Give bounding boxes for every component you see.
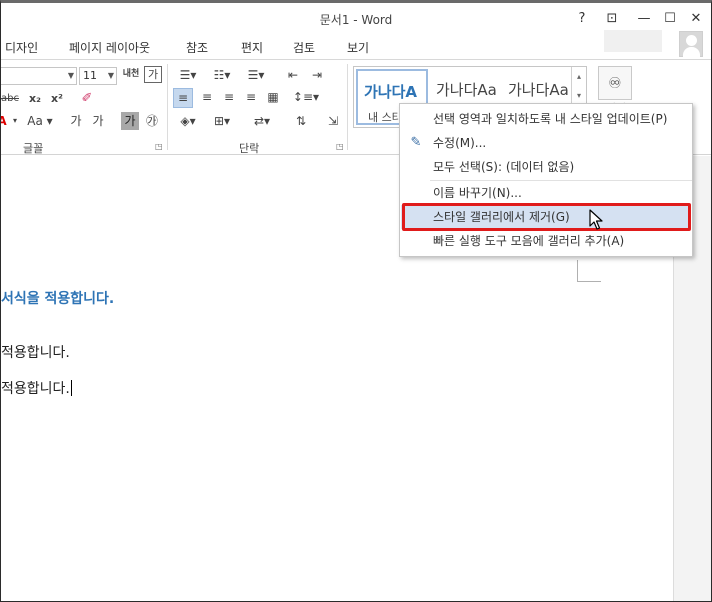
line-spacing-button[interactable]: ↕≡▾ (291, 88, 321, 106)
doc-paragraph-text: 적용합니다. (1, 381, 70, 397)
group-divider (167, 64, 168, 150)
font-color-icon[interactable]: A (1, 112, 9, 130)
decrease-indent-icon[interactable]: ⇤ (283, 66, 303, 84)
tab-mailings[interactable]: 편지 (241, 39, 263, 56)
align-center-button[interactable]: ≡ (197, 88, 217, 106)
tab-page-layout[interactable]: 페이지 레이아웃 (69, 39, 150, 56)
group-divider (347, 64, 348, 150)
menu-item-label: 빠른 실행 도구 모음에 갤러리 추가(A) (433, 234, 625, 248)
align-right-button[interactable]: ≡ (219, 88, 239, 106)
bullets-button[interactable]: ☰▾ (173, 66, 203, 84)
subscript-button[interactable]: x₂ (25, 90, 45, 108)
phonetic-guide-button[interactable]: 가 (67, 112, 85, 130)
strikethrough-icon[interactable]: abc (1, 90, 21, 108)
doc-paragraph: 적용합니다. (1, 345, 70, 361)
superscript-button[interactable]: x² (47, 90, 67, 108)
text-caret (70, 380, 72, 396)
tab-review[interactable]: 검토 (293, 39, 315, 56)
justify-button[interactable]: ≡ (241, 88, 261, 106)
eraser-icon[interactable]: ✐ (77, 90, 97, 108)
chevron-down-icon: ▼ (107, 71, 114, 80)
style-sample: 가나다Aa (436, 81, 497, 99)
menu-item-rename[interactable]: 이름 바꾸기(N)... (401, 181, 691, 205)
tab-view[interactable]: 보기 (347, 39, 369, 56)
multilevel-list-button[interactable]: ☰▾ (241, 66, 271, 84)
paragraph-group-label: 단락 (239, 142, 260, 155)
numbering-button[interactable]: ☷▾ (207, 66, 237, 84)
highlight-annotation (402, 203, 691, 231)
asian-layout-button[interactable]: ⇄▾ (247, 112, 277, 130)
modify-style-icon: ✎ (410, 135, 422, 150)
borders-button[interactable]: ⊞▾ (207, 112, 237, 130)
maximize-button[interactable]: ☐ (659, 9, 681, 29)
tab-design[interactable]: 디자인 (5, 39, 38, 56)
help-button[interactable]: ? (571, 9, 593, 29)
doc-heading-text: 서식을 적용합니다. (1, 291, 115, 307)
minimize-button[interactable]: — (633, 9, 655, 29)
menu-item-label: 선택 영역과 일치하도록 내 스타일 업데이트(P) (433, 112, 668, 126)
style-sample: 가나다A (364, 83, 418, 101)
dialog-launcher-icon[interactable]: ◳ (336, 142, 344, 151)
menu-item-select-all[interactable]: 모두 선택(S): (데이터 없음) (401, 155, 691, 179)
style-context-menu: 선택 영역과 일치하도록 내 스타일 업데이트(P) ✎ 수정(M)... 모두… (399, 103, 693, 257)
menu-item-update-to-match[interactable]: 선택 영역과 일치하도록 내 스타일 업데이트(P) (401, 107, 691, 131)
menu-item-modify[interactable]: ✎ 수정(M)... (401, 131, 691, 155)
avatar[interactable] (679, 31, 703, 57)
style-sample: 가나다Aa (508, 81, 569, 99)
show-hide-marks-icon[interactable]: ⇲ (323, 112, 343, 130)
mouse-cursor-icon (589, 209, 603, 230)
distributed-button[interactable]: ▦ (263, 88, 283, 106)
user-account-box[interactable] (604, 30, 662, 52)
word-window: 문서1 - Word ? ⊡ — ☐ ✕ 디자인 페이지 레이아웃 참조 편지 … (0, 0, 712, 602)
page-margin-marker (577, 260, 601, 282)
change-case-label: Aa (27, 114, 43, 128)
increase-indent-icon[interactable]: ⇥ (307, 66, 327, 84)
phonetic-guide-2-button[interactable]: 가 (89, 112, 107, 130)
font-size-value: 11 (83, 69, 97, 82)
font-name-combo[interactable]: ▼ (1, 67, 77, 85)
menu-item-label: 수정(M)... (433, 136, 487, 150)
doc-paragraph-current: 적용합니다. (1, 378, 72, 398)
hanja-button[interactable]: 내천 (120, 65, 142, 83)
menu-item-add-gallery-to-qat[interactable]: 빠른 실행 도구 모음에 갤러리 추가(A) (401, 229, 691, 253)
font-size-combo[interactable]: 11 ▼ (79, 67, 117, 85)
style-name: 내 스타 (368, 111, 402, 124)
enclose-characters-button[interactable]: ㉮ (142, 112, 162, 130)
sort-button[interactable]: ⇅ (291, 112, 311, 130)
menu-item-label: 모두 선택(S): (데이터 없음) (433, 160, 575, 174)
menu-item-label: 이름 바꾸기(N)... (433, 186, 522, 200)
font-group-label: 글꼴 (23, 142, 44, 155)
shading-button[interactable]: ◈▾ (173, 112, 203, 130)
clear-formatting-button[interactable]: 가 (144, 66, 162, 83)
close-button[interactable]: ✕ (685, 9, 707, 29)
ribbon-display-options-button[interactable]: ⊡ (601, 9, 623, 29)
chevron-down-icon[interactable]: ▾ (11, 112, 19, 130)
binoculars-icon[interactable]: ♾ (598, 66, 632, 100)
dialog-launcher-icon[interactable]: ◳ (155, 142, 163, 151)
chevron-down-icon: ▼ (67, 71, 74, 80)
align-left-button[interactable]: ≡ (173, 88, 193, 108)
change-case-button[interactable]: Aa ▾ (25, 112, 55, 130)
tab-references[interactable]: 참조 (186, 39, 208, 56)
character-shading-button[interactable]: 가 (121, 112, 139, 130)
